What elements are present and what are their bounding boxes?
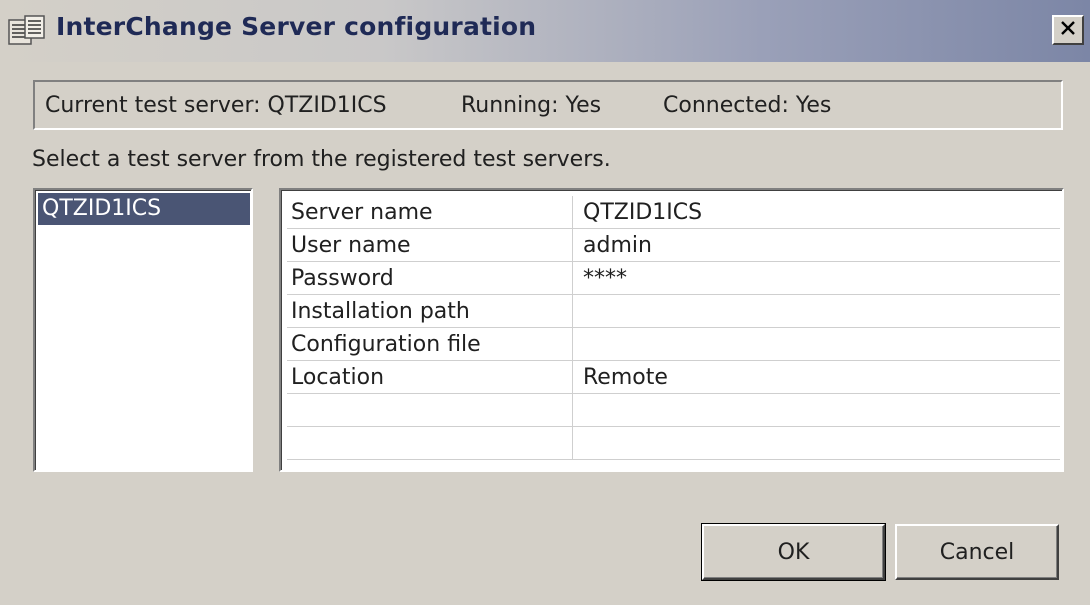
property-value[interactable] <box>572 328 1060 361</box>
title-bar[interactable]: InterChange Server configuration <box>0 0 1090 62</box>
property-key: Password <box>291 266 394 291</box>
server-properties-table: Server name QTZID1ICS User name admin Pa… <box>279 188 1064 472</box>
property-key: Configuration file <box>291 332 481 357</box>
current-server-status: Current test server: QTZID1ICS Running: … <box>33 80 1063 130</box>
property-value[interactable] <box>572 427 1060 460</box>
property-row[interactable]: Server name QTZID1ICS <box>287 196 1060 229</box>
property-value[interactable] <box>572 295 1060 328</box>
property-key: User name <box>291 233 411 258</box>
window-title: InterChange Server configuration <box>56 12 537 41</box>
property-value[interactable]: QTZID1ICS <box>572 196 1060 229</box>
connected-status: Connected: Yes <box>663 93 832 118</box>
close-icon <box>1060 20 1076 40</box>
property-key: Server name <box>291 200 433 225</box>
property-key <box>287 427 572 460</box>
running-status: Running: Yes <box>461 93 602 118</box>
property-row[interactable]: Installation path <box>287 295 1060 328</box>
property-row[interactable]: Configuration file <box>287 328 1060 361</box>
close-button[interactable] <box>1052 15 1084 45</box>
server-list-item[interactable]: QTZID1ICS <box>38 193 250 225</box>
property-value[interactable]: admin <box>572 229 1060 262</box>
property-row[interactable]: Location Remote <box>287 361 1060 394</box>
cancel-button[interactable]: Cancel <box>895 524 1059 580</box>
ok-button[interactable]: OK <box>701 523 886 581</box>
server-config-dialog: InterChange Server configuration Current… <box>0 0 1090 605</box>
property-row[interactable]: Password **** <box>287 262 1060 295</box>
property-value[interactable]: Remote <box>572 361 1060 394</box>
interchange-app-icon <box>8 14 46 48</box>
property-value[interactable]: **** <box>572 262 1060 295</box>
property-key: Location <box>291 365 385 390</box>
property-row[interactable]: User name admin <box>287 229 1060 262</box>
server-list[interactable]: QTZID1ICS <box>33 188 253 472</box>
property-key <box>287 394 572 427</box>
instruction-text: Select a test server from the registered… <box>32 147 611 172</box>
property-row[interactable] <box>287 394 1060 427</box>
current-server-label: Current test server: QTZID1ICS <box>45 93 387 118</box>
property-key: Installation path <box>291 299 470 324</box>
property-value[interactable] <box>572 394 1060 427</box>
property-row[interactable] <box>287 427 1060 460</box>
